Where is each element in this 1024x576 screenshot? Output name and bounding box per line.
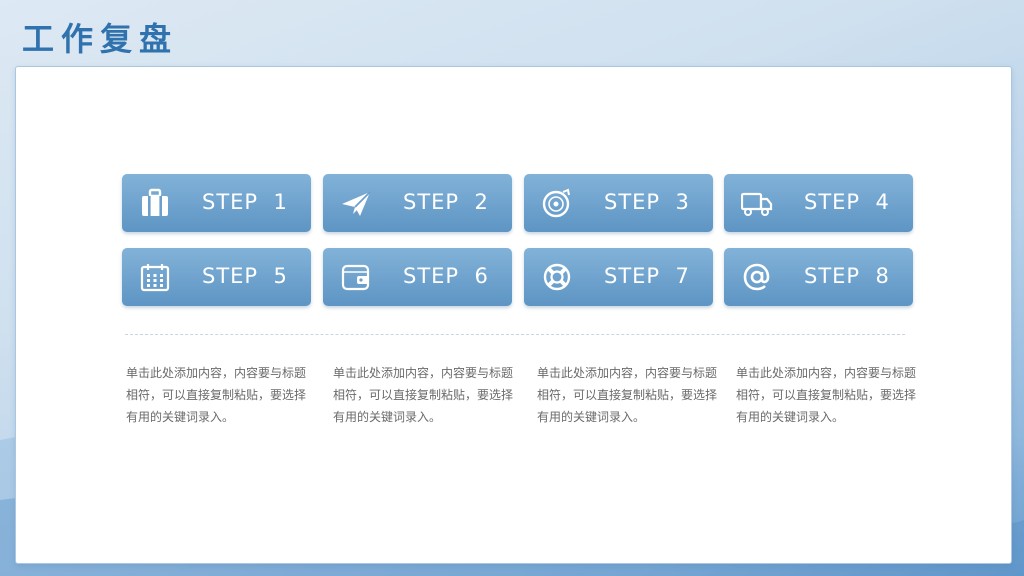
disc-icon [541,188,573,218]
truck-icon [741,188,773,218]
step-3-button[interactable]: STEP 3 [524,174,713,232]
step-1-button[interactable]: STEP 1 [122,174,311,232]
slide: { "title": "工作复盘", "steps": [ {"label": … [0,0,1024,576]
step-7-button[interactable]: STEP 7 [524,248,713,306]
step-6-label: STEP 6 [403,264,489,288]
step-8-label: STEP 8 [804,264,890,288]
description-1: 单击此处添加内容，内容要与标题相符，可以直接复制粘贴，要选择有用的关键词录入。 [126,366,307,424]
description-4: 单击此处添加内容，内容要与标题相符，可以直接复制粘贴，要选择有用的关键词录入。 [736,366,917,424]
step-6-button[interactable]: STEP 6 [323,248,512,306]
page-title: 工作复盘 [22,20,179,58]
step-5-button[interactable]: STEP 5 [122,248,311,306]
step-7-label: STEP 7 [604,264,690,288]
step-3-label: STEP 3 [604,190,690,214]
step-1-label: STEP 1 [202,190,288,214]
wallet-icon [340,262,372,292]
dashed-divider [125,334,905,335]
suitcase-icon [139,188,171,218]
step-2-button[interactable]: STEP 2 [323,174,512,232]
description-2: 单击此处添加内容，内容要与标题相符，可以直接复制粘贴，要选择有用的关键词录入。 [333,366,514,424]
step-8-button[interactable]: STEP 8 [724,248,913,306]
step-5-label: STEP 5 [202,264,288,288]
step-4-label: STEP 4 [804,190,890,214]
lifebuoy-icon [541,262,573,292]
step-2-label: STEP 2 [403,190,489,214]
at-sign-icon [741,262,773,292]
content-card [15,66,1012,564]
paper-plane-icon [340,188,372,218]
description-3: 单击此处添加内容，内容要与标题相符，可以直接复制粘贴，要选择有用的关键词录入。 [537,366,718,424]
step-4-button[interactable]: STEP 4 [724,174,913,232]
calendar-icon [139,262,171,292]
